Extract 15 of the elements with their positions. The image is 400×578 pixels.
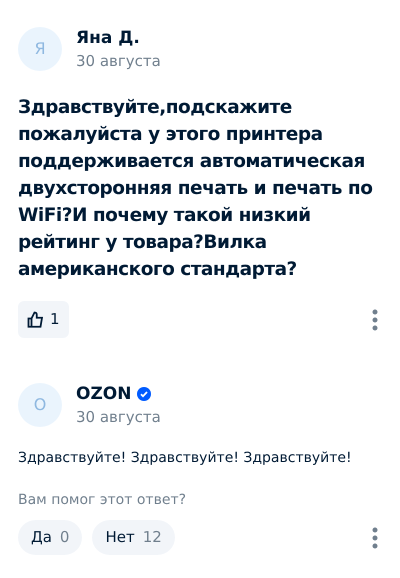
answer-text: Здравствуйте! Здравствуйте! Здравствуйте! bbox=[17, 449, 353, 468]
avatar: Я bbox=[18, 27, 62, 71]
post-date: 30 августа bbox=[76, 407, 161, 428]
author-name: OZON bbox=[76, 383, 132, 406]
helpful-prompt: Вам помог этот ответ? bbox=[17, 491, 188, 510]
post-date: 30 августа bbox=[76, 51, 161, 72]
author-name: Яна Д. bbox=[76, 27, 140, 50]
like-button[interactable]: 1 bbox=[18, 301, 69, 338]
thumbs-up-icon bbox=[27, 310, 45, 328]
avatar: O bbox=[18, 383, 62, 427]
more-icon[interactable] bbox=[372, 308, 378, 330]
vote-button[interactable]: Нет 12 bbox=[92, 520, 175, 555]
vote-button[interactable]: Да 0 bbox=[18, 520, 82, 555]
more-icon[interactable] bbox=[372, 526, 378, 548]
question-text: Здравствуйте,подскажите пожалуйста у этого принтера поддерживается автоматическая двухсторонняя печать и печать по WiFi?И почему такой низкий рейтинг у товара?Вилка американского стандарта? bbox=[17, 96, 374, 282]
